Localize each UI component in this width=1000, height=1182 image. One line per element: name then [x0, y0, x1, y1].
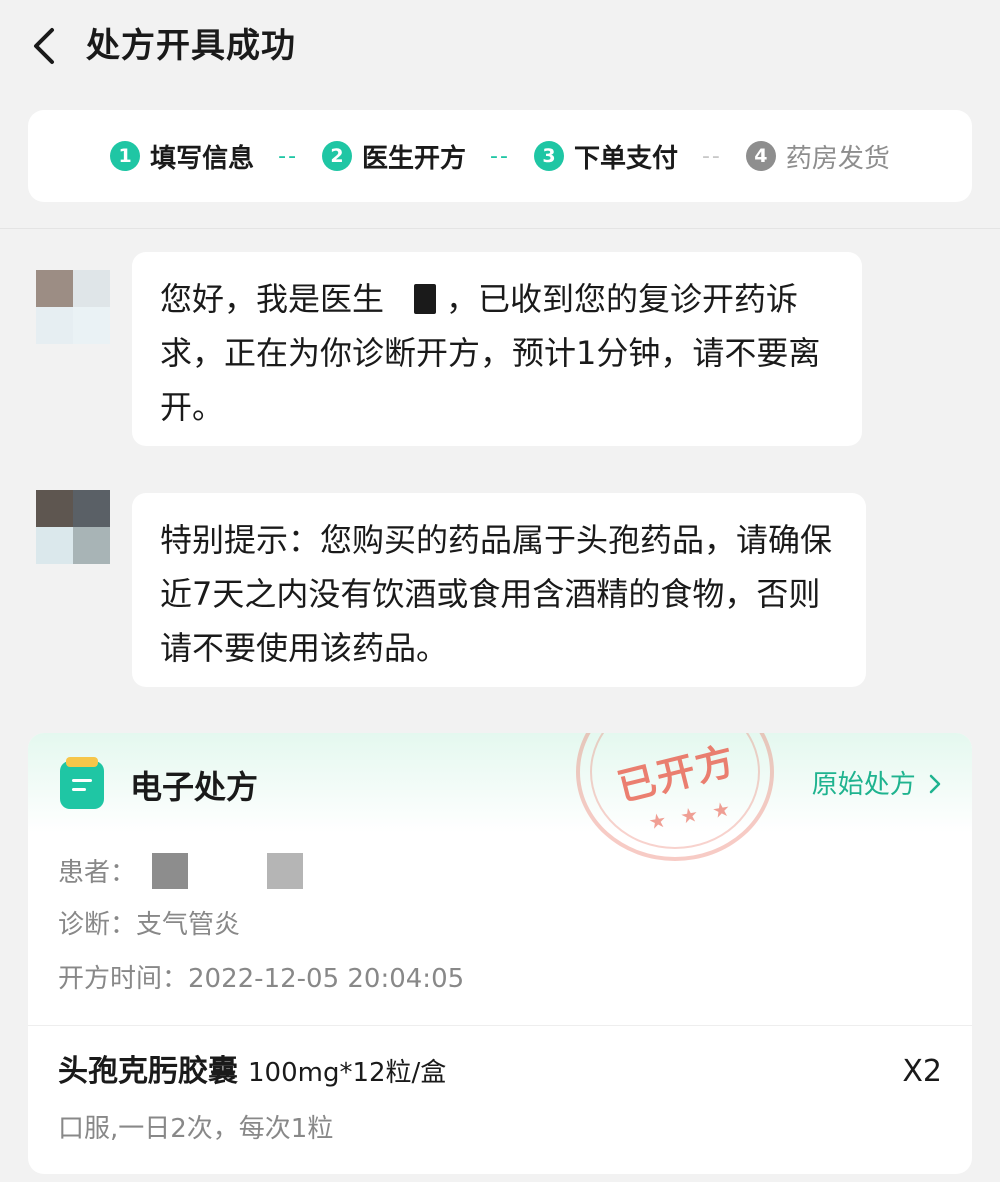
- prescribed-stamp: 已开方 ★ ★ ★: [576, 733, 774, 861]
- time-value: 2022-12-05 20:04:05: [188, 964, 465, 994]
- step-label: 下单支付: [573, 143, 678, 174]
- message-text: 特别提示：您购买的药品属于头孢药品，请确保近7天之内没有饮酒或食用含酒精的食物，…: [160, 521, 833, 667]
- chevron-left-icon: [34, 28, 54, 64]
- step-doctor-prescribe: 2 医生开方: [322, 138, 466, 175]
- prescription-icon: [60, 757, 104, 809]
- redacted-patient-info: [266, 853, 303, 889]
- chat-bubble: 您好，我是医生 ，已收到您的复诊开药诉求，正在为你诊断开方，预计1分钟，请不要离开…: [132, 252, 862, 446]
- step-label: 医生开方: [362, 143, 467, 174]
- diagnosis-label: 诊断：: [58, 910, 137, 940]
- progress-steps: 1 填写信息 -- 2 医生开方 -- 3 下单支付 -- 4 药房发货: [28, 110, 972, 202]
- drug-item[interactable]: 头孢克肟胶囊 100mg*12粒/盒: [58, 1051, 446, 1094]
- step-separator: --: [490, 143, 510, 169]
- time-row: 开方时间：2022-12-05 20:04:05: [58, 961, 464, 997]
- drug-usage: 口服,一日2次，每次1粒: [58, 1114, 334, 1144]
- step-label: 药房发货: [785, 143, 890, 174]
- diagnosis-value: 支气管炎: [136, 910, 241, 940]
- doctor-avatar[interactable]: [36, 490, 110, 564]
- step-fill-info: 1 填写信息: [110, 138, 254, 175]
- diagnosis-row: 诊断：支气管炎: [58, 907, 240, 943]
- divider: [28, 1025, 972, 1026]
- step-number: 4: [745, 141, 776, 171]
- time-label: 开方时间：: [58, 964, 189, 994]
- step-pharmacy-ship: 4 药房发货: [745, 138, 890, 175]
- drug-spec: 100mg*12粒/盒: [248, 1058, 447, 1088]
- step-order-pay: 3 下单支付: [533, 138, 678, 175]
- redacted-name: [414, 284, 437, 314]
- step-label: 填写信息: [150, 143, 255, 174]
- header: 处方开具成功: [0, 0, 1000, 92]
- step-separator: --: [701, 143, 722, 169]
- message-text: 您好，我是医生: [160, 280, 385, 318]
- drug-quantity: X2: [902, 1054, 942, 1089]
- back-button[interactable]: [26, 24, 62, 68]
- patient-row: 患者：: [58, 853, 303, 891]
- step-number: 3: [533, 141, 564, 171]
- link-label: 原始处方: [811, 770, 916, 800]
- step-number: 1: [110, 141, 141, 171]
- step-number: 2: [322, 141, 353, 171]
- chat-bubble: 特别提示：您购买的药品属于头孢药品，请确保近7天之内没有饮酒或食用含酒精的食物，…: [132, 493, 866, 687]
- chevron-right-icon: [929, 774, 941, 794]
- prescription-title: 电子处方: [130, 768, 259, 806]
- step-separator: --: [278, 143, 299, 169]
- redacted-patient-name: [152, 853, 189, 889]
- original-prescription-link[interactable]: 原始处方: [812, 767, 942, 803]
- divider: [0, 228, 1000, 229]
- doctor-avatar[interactable]: [36, 270, 110, 344]
- prescription-card: 电子处方 已开方 ★ ★ ★ 原始处方 患者： 诊断：支气管炎 开方时间：202…: [28, 733, 972, 1174]
- page-title: 处方开具成功: [86, 26, 296, 66]
- patient-label: 患者：: [58, 858, 137, 888]
- drug-name: 头孢克肟胶囊: [58, 1054, 238, 1089]
